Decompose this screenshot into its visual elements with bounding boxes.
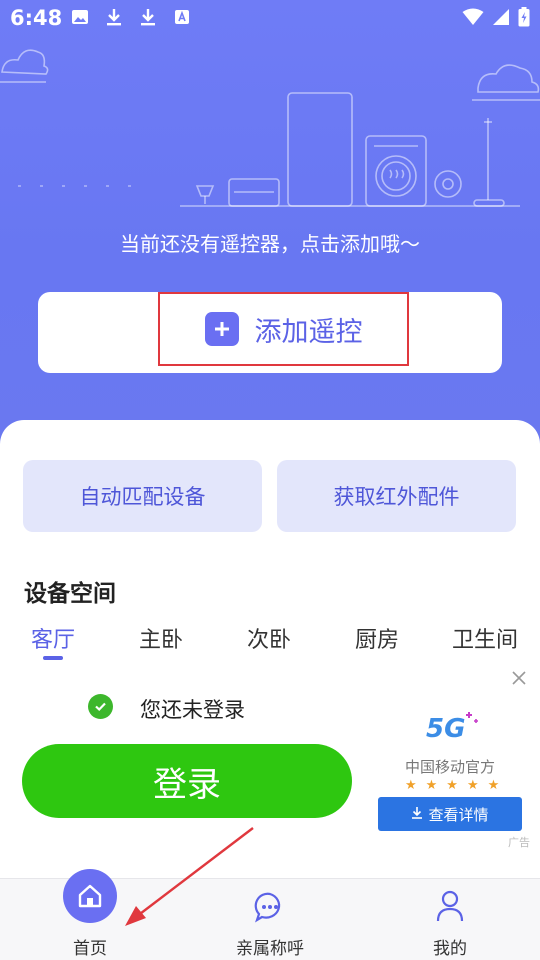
download-icon	[104, 7, 124, 27]
tab-kitchen[interactable]: 厨房	[355, 622, 399, 654]
tab-living-room[interactable]: 客厅	[31, 622, 75, 654]
status-time: 6:48	[10, 6, 63, 30]
login-status-text: 您还未登录	[140, 698, 245, 722]
tab-second-bedroom[interactable]: 次卧	[247, 622, 291, 654]
hero-header: 6:48 当前还没有遥控器，点击添加哦～ 添加遥控	[0, 0, 540, 460]
nav-mine-label: 我的	[433, 939, 467, 959]
nav-family-titles[interactable]: 亲属称呼	[200, 879, 340, 960]
nav-mine[interactable]: 我的	[380, 879, 520, 960]
signal-icon	[492, 8, 510, 30]
check-icon	[88, 694, 113, 719]
chat-icon	[254, 891, 286, 927]
nav-home[interactable]: 首页	[20, 869, 160, 960]
wifi-icon	[462, 8, 484, 30]
battery-icon	[518, 7, 530, 31]
add-remote-card[interactable]: 添加遥控	[38, 292, 502, 373]
image-icon	[70, 7, 90, 27]
room-tabs: 客厅 主卧 次卧 厨房 卫生间	[0, 622, 540, 656]
add-remote-label: 添加遥控	[254, 316, 363, 348]
ad-banner: 您还未登录 登录 5G 中国移动官方 ★★★★★ 查看详情 广告	[0, 661, 540, 855]
empty-hint-text: 当前还没有遥控器，点击添加哦～	[120, 232, 420, 256]
tab-master-bedroom[interactable]: 主卧	[139, 622, 183, 654]
view-details-button[interactable]: 查看详情	[378, 797, 522, 831]
nav-family-label: 亲属称呼	[236, 939, 304, 959]
device-space-title: 设备空间	[24, 581, 116, 607]
system-icons	[462, 7, 530, 31]
ad-tag: 广告	[508, 836, 530, 849]
home-icon	[63, 869, 117, 923]
font-icon	[172, 7, 192, 27]
appliances-illustration	[0, 49, 540, 207]
notification-icons	[70, 7, 192, 27]
add-remote-button[interactable]: 添加遥控	[158, 292, 409, 366]
auto-match-device-button[interactable]: 自动匹配设备	[23, 460, 262, 532]
active-tab-indicator	[43, 656, 63, 660]
view-details-label: 查看详情	[428, 805, 489, 824]
tab-bathroom[interactable]: 卫生间	[452, 622, 518, 654]
brand-name: 中国移动官方	[404, 758, 495, 776]
user-icon	[435, 889, 465, 927]
5g-logo: 5G	[426, 712, 478, 743]
nav-home-label: 首页	[73, 939, 107, 959]
svg-text:5G: 5G	[426, 714, 465, 743]
download-icon	[411, 805, 423, 823]
get-ir-accessory-button[interactable]: 获取红外配件	[277, 460, 516, 532]
close-icon[interactable]	[510, 669, 528, 687]
login-button[interactable]: 登录	[22, 744, 352, 818]
status-bar: 6:48	[0, 0, 540, 36]
rating-stars: ★★★★★	[405, 778, 509, 793]
plus-icon	[204, 312, 239, 346]
bottom-nav: 首页 亲属称呼 我的	[0, 869, 540, 960]
download-icon	[138, 7, 158, 27]
